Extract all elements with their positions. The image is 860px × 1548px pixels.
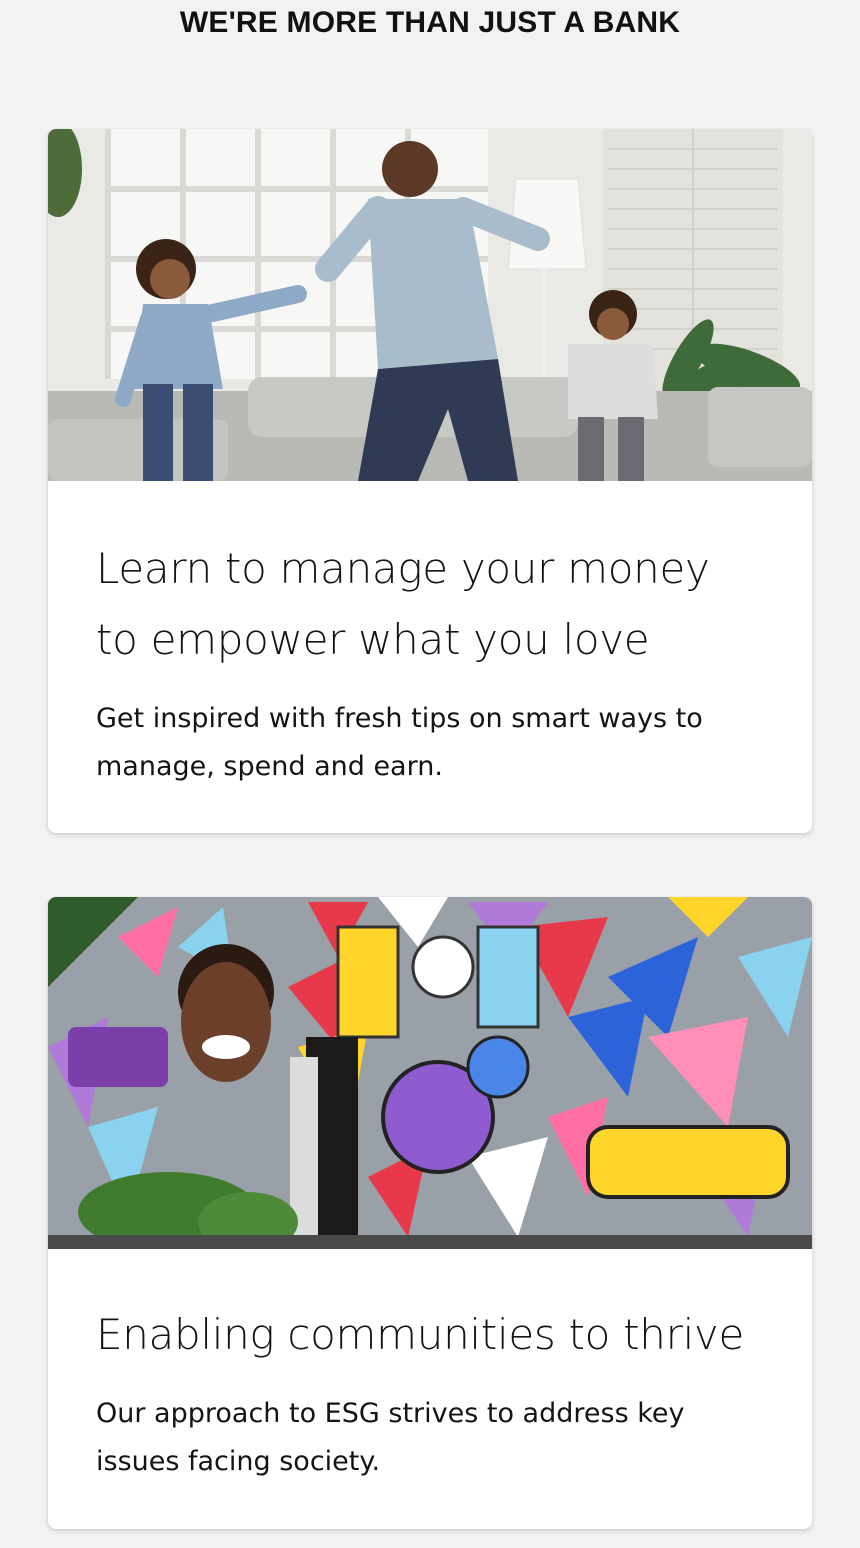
card-heading[interactable]: Learn to manage your money to empower wh… <box>96 533 764 675</box>
section-title: WE'RE MORE THAN JUST A BANK <box>179 6 681 39</box>
family-dancing-photo <box>48 129 812 481</box>
card-money-management[interactable]: Learn to manage your money to empower wh… <box>48 129 812 833</box>
card-heading[interactable]: Enabling communities to thrive <box>96 1299 764 1370</box>
community-mural-photo <box>48 897 812 1249</box>
card-body: Enabling communities to thrive Our appro… <box>48 1249 812 1486</box>
card-communities[interactable]: Enabling communities to thrive Our appro… <box>48 897 812 1529</box>
card-description: Get inspired with fresh tips on smart wa… <box>96 703 703 782</box>
card-description: Our approach to ESG strives to address k… <box>96 1398 685 1477</box>
card-body: Learn to manage your money to empower wh… <box>48 481 812 791</box>
page: WE'RE MORE THAN JUST A BANK Learn to man… <box>0 0 860 1548</box>
